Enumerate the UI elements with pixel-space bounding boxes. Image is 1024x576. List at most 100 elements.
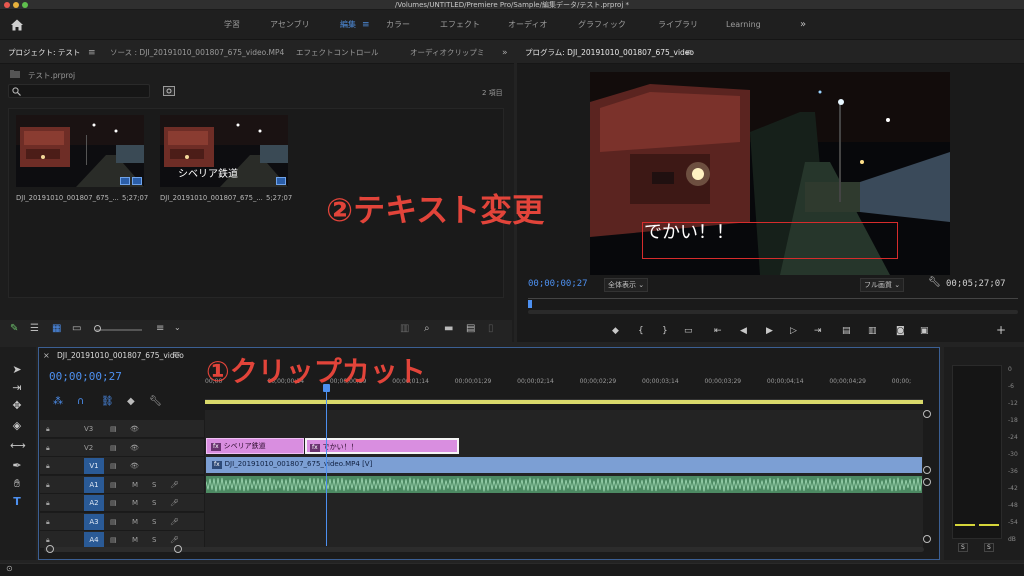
insert-icon[interactable]: ▤ (842, 326, 851, 336)
track-header-a2[interactable]: 🔒︎ A2 ▤ M S 🎤︎ (40, 494, 204, 512)
go-to-out-icon[interactable]: ⇥ (814, 326, 822, 336)
scrollbar-handle-left[interactable] (46, 545, 54, 553)
comparison-view-icon[interactable]: ▣ (920, 326, 929, 336)
microphone-icon[interactable]: 🎤︎ (170, 494, 179, 512)
solo-button[interactable]: S (152, 513, 156, 531)
workspace-tab-libraries[interactable]: ライブラリ (658, 10, 698, 40)
workspace-tab-editing[interactable]: 編集 (340, 10, 356, 40)
snap-icon[interactable]: ∩ (77, 396, 84, 407)
tab-audio-clip-mixer[interactable]: オーディオクリップミ (410, 42, 484, 64)
caption-text[interactable]: でかい！！ (644, 218, 734, 244)
add-button-icon[interactable]: + (996, 323, 1006, 337)
tab-effect-controls[interactable]: エフェクトコントロール (296, 42, 379, 64)
close-icon[interactable]: × (43, 351, 50, 360)
home-icon[interactable] (10, 18, 24, 32)
workspace-menu-icon[interactable]: ≡ (362, 10, 370, 40)
lock-icon[interactable]: 🔒︎ (46, 494, 50, 512)
slip-tool-icon[interactable]: ⟷ (10, 439, 26, 453)
zoom-level-dropdown[interactable]: 全体表示 ⌄ (604, 278, 649, 292)
lock-icon[interactable]: 🔒︎ (46, 476, 50, 494)
mark-in-icon[interactable]: { (638, 326, 644, 336)
timeline-settings-icon[interactable]: 🔧︎ (149, 396, 162, 407)
settings-wrench-icon[interactable]: 🔧︎ (928, 277, 941, 288)
workspace-tab-effects[interactable]: エフェクト (440, 10, 480, 40)
icon-view-icon[interactable]: ▦ (52, 323, 61, 334)
track-header-v2[interactable]: 🔒︎ V2 ▤ 👁︎ (40, 439, 204, 457)
program-current-timecode[interactable]: 00;00;00;27 (528, 279, 588, 289)
lock-icon[interactable]: 🔒︎ (46, 457, 50, 475)
clip-graphic-selected[interactable]: fx でかい！！ (305, 438, 459, 454)
workspace-tab-graphics[interactable]: グラフィック (578, 10, 626, 40)
pen-tool-icon[interactable]: ✒︎ (10, 459, 24, 473)
media-thumbnail[interactable]: シベリア鉄道 (160, 115, 288, 187)
sequence-tab[interactable]: DJI_20191010_001807_675_video (57, 351, 184, 360)
vertical-zoom-handle[interactable] (923, 535, 931, 543)
zoom-slider[interactable] (96, 329, 142, 331)
solo-button[interactable]: S (152, 476, 156, 494)
lock-icon[interactable]: 🔒︎ (46, 439, 50, 457)
track-target[interactable]: A4 (84, 532, 104, 548)
scrollbar-handle-right[interactable] (174, 545, 182, 553)
mark-out-icon[interactable]: } (662, 326, 668, 336)
tab-program[interactable]: プログラム: DJI_20191010_001807_675_video (525, 42, 694, 64)
trash-icon[interactable]: ▯ (488, 323, 494, 334)
new-item-icon[interactable]: ▤ (466, 323, 475, 334)
track-header-a1[interactable]: 🔒︎ A1 ▤ M S 🎤︎ (40, 476, 204, 494)
clip-graphic[interactable]: fx シベリア鉄道 (206, 438, 304, 454)
search-input[interactable] (8, 84, 150, 98)
sync-lock-icon[interactable]: ▤ (110, 494, 117, 512)
program-playhead[interactable] (528, 300, 532, 308)
media-thumbnail[interactable] (16, 115, 144, 187)
program-time-ruler[interactable] (528, 298, 1018, 299)
microphone-icon[interactable]: 🎤︎ (170, 476, 179, 494)
linked-selection-icon[interactable]: ⛓︎ (101, 396, 114, 407)
workspace-tab-audio[interactable]: オーディオ (508, 10, 547, 40)
eye-icon[interactable]: 👁︎ (130, 420, 139, 438)
track-header-v3[interactable]: 🔒︎ V3 ▤ 👁︎ (40, 420, 204, 438)
work-area-bar[interactable] (205, 400, 923, 404)
play-icon[interactable]: ▶︎ (766, 326, 773, 336)
ripple-edit-icon[interactable]: ✥ (10, 399, 24, 413)
sync-lock-icon[interactable]: ▤ (110, 476, 117, 494)
track-target[interactable]: V3 (84, 420, 93, 438)
vertical-zoom-handle[interactable] (923, 466, 931, 474)
workspace-tab-learning[interactable]: Learning (726, 10, 761, 40)
sync-lock-icon[interactable]: ▤ (110, 513, 117, 531)
playback-resolution-dropdown[interactable]: フル画質 ⌄ (860, 278, 905, 292)
mute-button[interactable]: M (132, 513, 138, 531)
tab-project[interactable]: プロジェクト: テスト (8, 42, 80, 64)
track-target[interactable]: A2 (84, 495, 104, 511)
workspace-overflow-icon[interactable]: » (800, 10, 806, 40)
workspace-tab-assembly[interactable]: アセンブリ (270, 10, 310, 40)
solo-right-button[interactable]: S (984, 543, 994, 552)
zoom-slider-handle[interactable] (94, 325, 101, 332)
track-header-a3[interactable]: 🔒︎ A3 ▤ M S 🎤︎ (40, 513, 204, 531)
sort-icon[interactable]: ≡ (156, 323, 164, 334)
vertical-zoom-handle[interactable] (923, 410, 931, 418)
clip-video[interactable]: fx DJI_20191010_001807_675_video.MP4 [V] (206, 457, 922, 473)
step-forward-icon[interactable]: ▷ (790, 326, 797, 336)
solo-left-button[interactable]: S (958, 543, 968, 552)
selection-tool-icon[interactable]: ➤ (10, 363, 24, 377)
lock-icon[interactable]: 🔒︎ (46, 420, 50, 438)
go-to-in-icon[interactable]: ⇤ (714, 326, 722, 336)
timeline-playhead[interactable] (326, 386, 327, 546)
export-frame-icon[interactable]: ◙ (896, 326, 905, 336)
freeform-view-icon[interactable]: ▭ (72, 323, 81, 334)
sync-lock-icon[interactable]: ▤ (110, 457, 117, 475)
hand-tool-icon[interactable]: ✋︎ (10, 477, 24, 491)
track-header-v1[interactable]: 🔒︎ V1 ▤ 👁︎ (40, 457, 204, 475)
find-icon[interactable]: ⌕ (424, 323, 430, 334)
workspace-tab-learn[interactable]: 学習 (224, 10, 240, 40)
track-select-icon[interactable]: ⇥ (10, 381, 24, 395)
track-target[interactable]: A1 (84, 477, 104, 493)
panel-overflow-icon[interactable]: » (502, 42, 508, 64)
eye-icon[interactable]: 👁︎ (130, 439, 139, 457)
panel-menu-icon[interactable]: ≡ (173, 350, 181, 360)
nest-icon[interactable]: ⁂ (53, 396, 63, 407)
vertical-zoom-handle[interactable] (923, 478, 931, 486)
panel-menu-icon[interactable]: ≡ (88, 42, 96, 64)
list-view-icon[interactable]: ☰ (30, 323, 39, 334)
panel-menu-icon[interactable]: ≡ (685, 42, 693, 64)
eye-icon[interactable]: 👁︎ (130, 457, 139, 475)
